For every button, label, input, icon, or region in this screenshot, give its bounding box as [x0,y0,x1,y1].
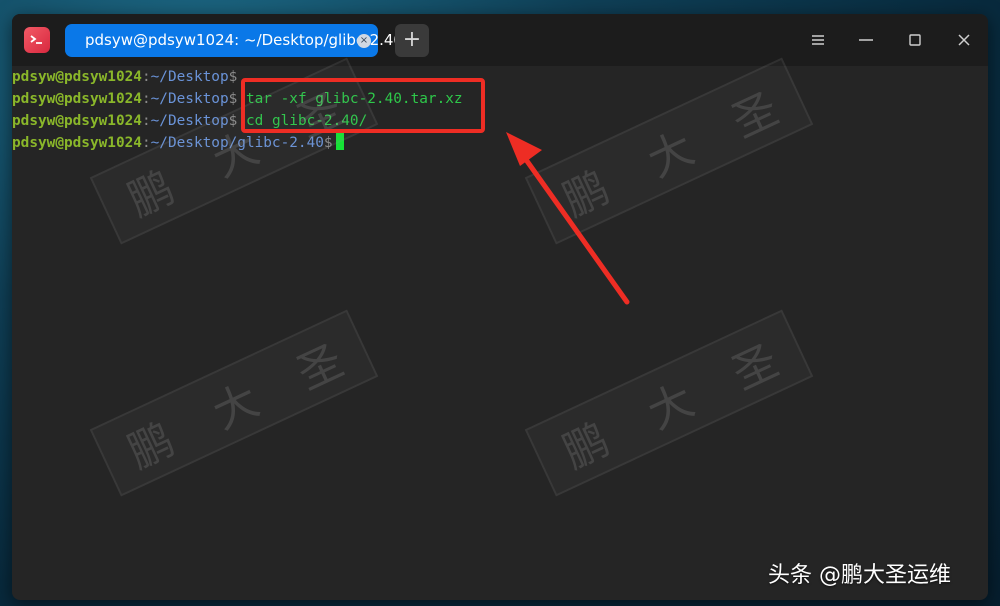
menu-icon[interactable] [808,30,828,50]
annotation-arrow [506,132,630,305]
close-icon[interactable] [954,30,974,50]
close-tab-icon[interactable]: × [357,34,371,48]
terminal-window: pdsyw@pdsyw1024: ~/Desktop/glibc-2.40 × … [12,14,988,600]
terminal-output[interactable]: pdsyw@pdsyw1024:~/Desktop$ pdsyw@pdsyw10… [12,57,988,600]
title-bar: pdsyw@pdsyw1024: ~/Desktop/glibc-2.40 × … [12,14,988,66]
terminal-app-icon[interactable] [24,27,50,53]
maximize-icon[interactable] [905,30,925,50]
tab-title: pdsyw@pdsyw1024: ~/Desktop/glibc-2.40 [85,31,403,49]
add-tab-button[interactable]: + [395,24,429,57]
brand-watermark-text: 头条 @鹏大圣运维 [768,563,951,588]
minimize-icon[interactable] [856,30,876,50]
tab-terminal-session[interactable]: pdsyw@pdsyw1024: ~/Desktop/glibc-2.40 × [65,24,403,57]
